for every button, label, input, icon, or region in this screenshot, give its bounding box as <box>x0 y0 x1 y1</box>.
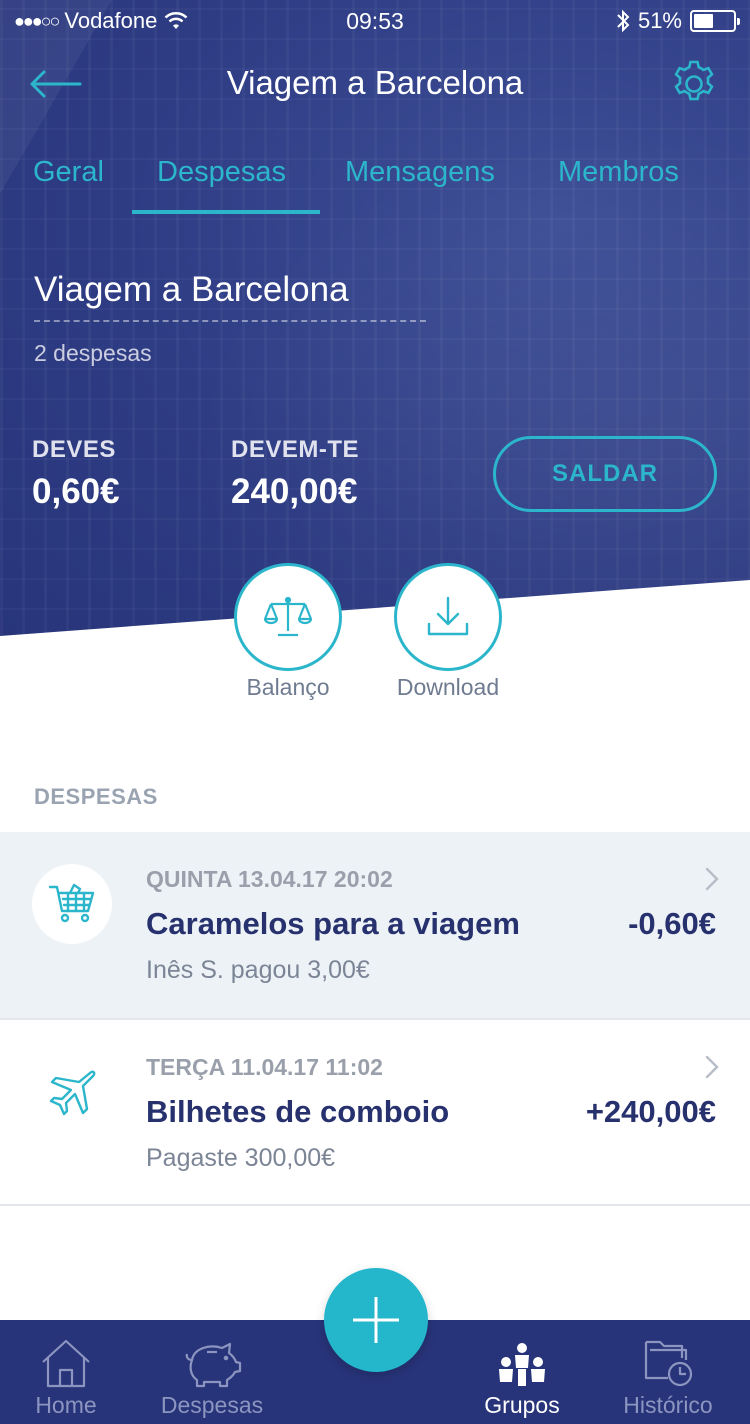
tab-despesas-bottom[interactable]: Despesas <box>152 1320 272 1424</box>
owed-label: DEVEM-TE <box>231 436 360 463</box>
tab-bar-top: Geral Despesas Mensagens Membros <box>0 152 750 216</box>
tab-mensagens[interactable]: Mensagens <box>345 156 495 189</box>
tab-grupos-icon-wrap <box>496 1334 548 1388</box>
row-divider <box>0 1204 750 1206</box>
gear-icon[interactable] <box>668 58 720 110</box>
download-label: Download <box>396 674 500 700</box>
owe-value: 0,60€ <box>32 472 120 511</box>
history-icon <box>644 1340 693 1387</box>
balance-button[interactable] <box>234 563 342 671</box>
expense-row[interactable]: QUINTA 13.04.17 20:02 Caramelos para a v… <box>0 832 750 1018</box>
tab-despesas-icon-wrap <box>182 1334 242 1388</box>
owe-label: DEVES <box>32 436 116 463</box>
airplane-icon <box>49 1070 96 1116</box>
battery-level <box>694 14 714 28</box>
status-right: 51% <box>616 8 740 34</box>
nav-title: Viagem a Barcelona <box>226 64 524 101</box>
expense-date: QUINTA 13.04.17 20:02 <box>146 866 393 892</box>
piggy-bank-icon <box>185 1342 242 1388</box>
expense-row[interactable]: TERÇA 11.04.17 11:02 Bilhetes de comboio… <box>0 1020 750 1206</box>
expense-amount: +240,00€ <box>585 1094 716 1129</box>
group-name-field[interactable]: Viagem a Barcelona <box>34 270 349 310</box>
expense-amount: -0,60€ <box>628 906 716 941</box>
tab-historico-icon-wrap <box>642 1334 694 1388</box>
group-icon <box>499 1343 545 1386</box>
balance-label: Balanço <box>246 674 330 700</box>
expense-subtitle: Pagaste 300,00€ <box>146 1144 336 1172</box>
owed-value: 240,00€ <box>231 472 358 511</box>
expense-title: Caramelos para a viagem <box>146 906 520 941</box>
tab-home[interactable]: Home <box>16 1320 116 1424</box>
expense-count: 2 despesas <box>34 340 152 366</box>
chevron-right-icon <box>705 1055 719 1079</box>
expense-title: Bilhetes de comboio <box>146 1094 450 1129</box>
tab-historico[interactable]: Histórico <box>612 1320 724 1424</box>
active-tab-indicator <box>132 210 320 214</box>
expense-date: TERÇA 11.04.17 11:02 <box>146 1054 383 1080</box>
expense-icon-circle <box>32 1052 112 1132</box>
bluetooth-icon <box>617 9 630 33</box>
download-button[interactable] <box>394 563 502 671</box>
tab-historico-label: Histórico <box>623 1392 713 1418</box>
chevron-right-icon <box>705 867 719 891</box>
tab-despesas[interactable]: Despesas <box>157 156 286 189</box>
tab-home-label: Home <box>35 1392 97 1418</box>
status-bar: ●●●○○ Vodafone 09:53 51% <box>0 0 750 40</box>
expense-subtitle: Inês S. pagou 3,00€ <box>146 956 370 984</box>
expense-icon-circle <box>32 864 112 944</box>
tab-grupos[interactable]: Grupos <box>472 1320 572 1424</box>
group-name-underline <box>34 320 426 322</box>
section-title: DESPESAS <box>34 784 158 809</box>
battery-percentage: 51% <box>637 8 682 33</box>
tab-home-icon-wrap <box>40 1334 92 1388</box>
tab-membros[interactable]: Membros <box>558 156 679 189</box>
settle-button[interactable]: SALDAR <box>493 436 717 512</box>
tab-geral[interactable]: Geral <box>33 156 104 189</box>
add-expense-button[interactable] <box>324 1268 428 1372</box>
home-icon <box>42 1339 90 1388</box>
download-icon <box>427 596 469 636</box>
shopping-cart-icon <box>48 883 95 923</box>
scale-icon <box>263 596 313 637</box>
tab-despesas-label: Despesas <box>160 1392 264 1418</box>
tab-grupos-label: Grupos <box>484 1392 560 1418</box>
battery-icon <box>690 10 740 32</box>
plus-icon <box>353 1297 399 1343</box>
